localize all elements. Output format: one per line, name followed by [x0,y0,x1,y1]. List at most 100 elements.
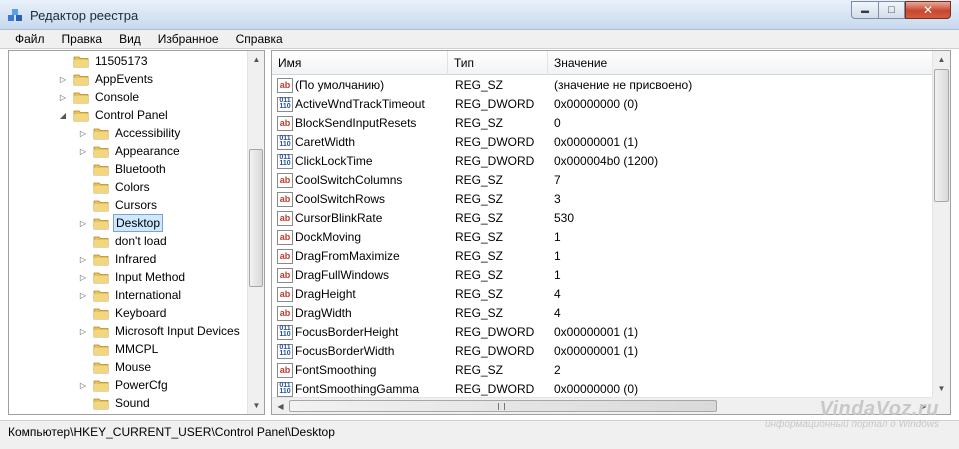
tree-item[interactable]: MMCPL [79,340,160,358]
tree-item-label: Input Method [115,270,186,284]
value-row[interactable]: 011 110 ClickLockTime REG_DWORD 0x000004b0 … [272,152,932,171]
column-header-name[interactable]: Имя [272,51,448,75]
expand-arrow-icon[interactable]: ▷ [79,291,87,300]
scroll-down-icon[interactable]: ▼ [248,397,264,414]
minimize-icon: ▬ [861,5,869,15]
value-type: REG_DWORD [455,154,535,168]
value-row[interactable]: ab DragWidth REG_SZ 4 [272,304,932,323]
value-name: DragFullWindows [295,268,390,282]
scroll-up-icon[interactable]: ▲ [933,51,950,68]
tree-item[interactable]: 11505173 [59,52,150,70]
tree-scroll-thumb[interactable] [249,149,263,287]
value-row[interactable]: 011 110 FocusBorderHeight REG_DWORD 0x00000… [272,323,932,342]
expand-arrow-icon[interactable]: ▷ [79,273,87,282]
value-row[interactable]: 011 110 CaretWidth REG_DWORD 0x00000001 (1) [272,133,932,152]
tree-item[interactable]: ▷ Desktop [79,214,164,232]
tree-item[interactable]: ◢ Control Panel [59,106,170,124]
expand-arrow-icon[interactable]: ▷ [59,75,67,84]
folder-icon [93,344,109,355]
maximize-icon: □ [888,4,895,16]
menu-item-2[interactable]: Вид [108,32,147,46]
menu-item-4[interactable]: Справка [225,32,289,46]
value-name: DockMoving [295,230,362,244]
column-header-value[interactable]: Значение [548,51,932,75]
expand-arrow-icon[interactable]: ▷ [79,381,87,390]
tree-item-label: Accessibility [115,126,181,140]
expand-arrow-icon[interactable]: ▷ [79,255,87,264]
scroll-up-icon[interactable]: ▲ [248,51,264,68]
folder-icon [93,362,109,373]
list-vertical-scroll-thumb[interactable] [934,69,949,202]
minimize-button[interactable]: ▬ [851,1,878,19]
value-value: 3 [554,192,561,206]
menu-item-0[interactable]: Файл [4,32,51,46]
expand-arrow-icon[interactable]: ▷ [79,147,87,156]
value-type: REG_SZ [455,249,504,263]
folder-icon [93,398,109,409]
expand-arrow-icon[interactable]: ▷ [79,219,87,228]
expand-arrow-icon[interactable]: ▷ [79,327,87,336]
tree-item[interactable]: ▷ International [79,286,183,304]
tree-item[interactable]: Mouse [79,358,153,376]
tree-item[interactable]: Bluetooth [79,160,168,178]
value-value: 4 [554,306,561,320]
tree-item[interactable]: Colors [79,178,152,196]
menu-bar: Файл Правка Вид Избранное Справка [0,30,959,49]
scroll-left-icon[interactable]: ◀ [272,398,289,414]
string-value-icon: ab [277,116,293,131]
value-row[interactable]: 011 110 FocusBorderWidth REG_DWORD 0x000000… [272,342,932,361]
list-horizontal-scroll-thumb[interactable] [289,400,717,412]
value-row[interactable]: ab CoolSwitchRows REG_SZ 3 [272,190,932,209]
value-row[interactable]: ab DockMoving REG_SZ 1 [272,228,932,247]
folder-icon [93,326,109,337]
expand-arrow-icon[interactable]: ▷ [59,93,67,102]
value-row[interactable]: ab DragFullWindows REG_SZ 1 [272,266,932,285]
value-row[interactable]: ab BlockSendInputResets REG_SZ 0 [272,114,932,133]
value-value: 0x000004b0 (1200) [554,154,659,168]
tree-item[interactable]: don't load [79,232,169,250]
value-row[interactable]: ab FontSmoothing REG_SZ 2 [272,361,932,380]
tree-item[interactable]: Cursors [79,196,159,214]
string-value-icon: ab [277,211,293,226]
tree-item[interactable]: Keyboard [79,304,168,322]
list-vertical-scrollbar[interactable]: ▲ ▼ [932,51,950,397]
tree-item[interactable]: ▷ Microsoft Input Devices [79,322,242,340]
value-row[interactable]: ab (По умолчанию) REG_SZ (значение не присв… [272,76,932,95]
value-row[interactable]: ab CoolSwitchColumns REG_SZ 7 [272,171,932,190]
value-row[interactable]: 011 110 FontSmoothingGamma REG_DWORD 0x0000… [272,380,932,399]
scroll-right-icon[interactable]: ▶ [915,398,932,414]
tree-item-label: MMCPL [115,342,159,356]
folder-icon [93,164,109,175]
tree-item[interactable]: ▷ PowerCfg [79,376,170,394]
value-row[interactable]: ab DragFromMaximize REG_SZ 1 [272,247,932,266]
tree-item[interactable]: ▷ Appearance [79,142,182,160]
key-tree[interactable]: ▲ ▼ 11505173 ▷ AppEvents ▷ Console ◢ Control P… [8,50,265,415]
tree-item[interactable]: ▷ Console [59,88,141,106]
string-value-icon: ab [277,230,293,245]
string-value-icon: ab [277,363,293,378]
tree-item[interactable]: ▷ Infrared [79,250,158,268]
menu-item-1[interactable]: Правка [51,32,109,46]
value-row[interactable]: ab DragHeight REG_SZ 4 [272,285,932,304]
scroll-down-icon[interactable]: ▼ [933,380,950,397]
expand-arrow-icon[interactable]: ◢ [59,111,67,120]
value-row[interactable]: ab CursorBlinkRate REG_SZ 530 [272,209,932,228]
maximize-button[interactable]: □ [878,1,905,19]
close-button[interactable]: ✕ [905,1,951,19]
expand-arrow-icon [59,57,67,65]
column-header-type[interactable]: Тип [448,51,548,75]
tree-item[interactable]: ▷ Input Method [79,268,187,286]
expand-arrow-icon[interactable]: ▷ [79,129,87,138]
tree-item[interactable]: ▷ AppEvents [59,70,155,88]
expand-arrow-icon [79,309,87,317]
menu-item-3[interactable]: Избранное [147,32,225,46]
tree-item[interactable]: Sound [79,394,152,412]
tree-item-label: Appearance [115,144,180,158]
tree-scrollbar[interactable]: ▲ ▼ [247,51,264,414]
folder-icon [73,74,89,85]
value-row[interactable]: 011 110 ActiveWndTrackTimeout REG_DWORD 0x0… [272,95,932,114]
list-horizontal-scrollbar[interactable]: ◀ ▶ [272,397,932,414]
tree-item[interactable]: ▷ Accessibility [79,124,182,142]
values-list[interactable]: Имя Тип Значение ▲ ▼ ◀ ▶ ab (По умолчанию… [271,50,951,415]
value-type: REG_SZ [455,287,504,301]
